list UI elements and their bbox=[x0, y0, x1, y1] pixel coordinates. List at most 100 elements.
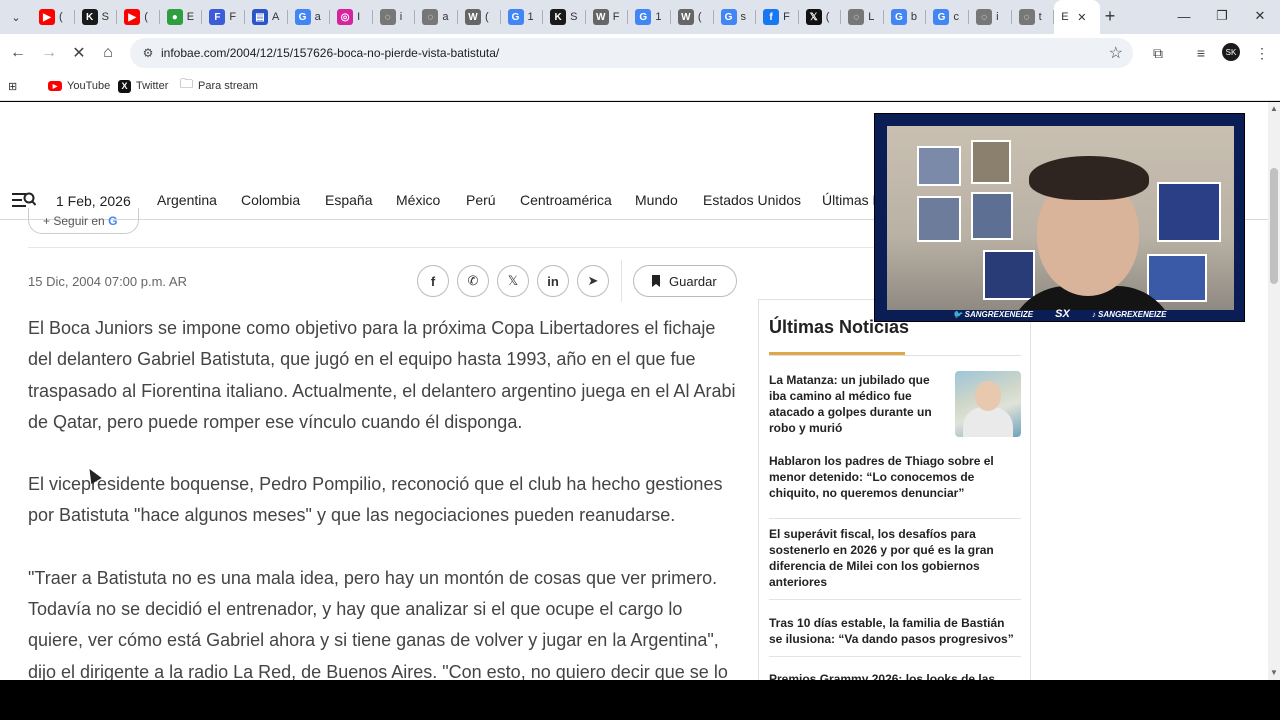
wikipedia-icon: W bbox=[464, 9, 481, 25]
tab-title: ( bbox=[484, 11, 489, 23]
share-linkedin-icon[interactable]: in bbox=[537, 265, 569, 297]
follow-google-button[interactable]: + Seguir en G bbox=[28, 208, 139, 234]
publish-date: 15 Dic, 2004 07:00 p.m. AR bbox=[28, 274, 187, 289]
tab-title: b bbox=[910, 11, 917, 23]
url-text[interactable]: infobae.com/2004/12/15/157626-boca-no-pi… bbox=[161, 46, 499, 60]
handle-text: SANGREXENEIZE bbox=[1098, 309, 1167, 319]
tab-search-icon[interactable]: ⌄ bbox=[6, 7, 26, 27]
bookmark-youtube[interactable]: ▶ YouTube bbox=[48, 77, 110, 95]
nav-peru[interactable]: Perú bbox=[466, 192, 496, 208]
browser-tab[interactable]: ◌ i bbox=[969, 0, 1012, 34]
globe-icon: ◌ bbox=[379, 9, 396, 25]
browser-tab[interactable]: ◎ I bbox=[330, 0, 373, 34]
thumbnail-figure bbox=[963, 407, 1013, 437]
bookmark-star-icon[interactable]: ☆ bbox=[1109, 43, 1123, 63]
close-tab-icon[interactable]: ✕ bbox=[1077, 11, 1086, 24]
ball-icon: ● bbox=[166, 9, 183, 25]
share-x-icon[interactable]: 𝕏 bbox=[497, 265, 529, 297]
browser-menu-icon[interactable]: ⋮ bbox=[1252, 43, 1272, 63]
browser-tab[interactable]: ● E bbox=[160, 0, 203, 34]
browser-tab[interactable]: ◌ L bbox=[841, 0, 884, 34]
browser-tab[interactable]: ▶( bbox=[32, 0, 75, 34]
wikipedia-icon: W bbox=[677, 9, 694, 25]
news-item[interactable]: Premios Grammy 2026: los looks de las bbox=[769, 671, 1021, 680]
wall-poster bbox=[917, 196, 961, 242]
profile-avatar[interactable]: SK bbox=[1222, 43, 1240, 61]
nav-mundo[interactable]: Mundo bbox=[635, 192, 678, 208]
forward-button[interactable]: → bbox=[37, 41, 61, 65]
browser-tab[interactable]: ◌ i bbox=[373, 0, 416, 34]
minimize-button[interactable]: — bbox=[1166, 4, 1202, 28]
browser-tab[interactable]: fF bbox=[756, 0, 799, 34]
bookmark-folder-para-stream[interactable]: 🗀 Para stream bbox=[180, 76, 258, 95]
browser-tab[interactable]: Ga bbox=[288, 0, 331, 34]
browser-tab[interactable]: ▶( bbox=[117, 0, 160, 34]
news-item[interactable]: Hablaron los padres de Thiago sobre el m… bbox=[769, 453, 1021, 501]
extensions-icon[interactable]: ⧉ bbox=[1148, 43, 1168, 63]
handle-text: SANGREXENEIZE bbox=[964, 309, 1034, 319]
browser-tab[interactable]: W( bbox=[671, 0, 714, 34]
site-info-icon[interactable]: ⚙ bbox=[140, 45, 156, 61]
address-bar[interactable]: ⚙ infobae.com/2004/12/15/157626-boca-no-… bbox=[130, 38, 1133, 68]
twitter-handle: 🐦 SANGREXENEIZE bbox=[952, 309, 1034, 319]
menu-search-icon[interactable] bbox=[12, 190, 36, 210]
browser-tab[interactable]: Gs bbox=[714, 0, 757, 34]
letterbox-bar bbox=[0, 680, 1280, 720]
scroll-down-icon[interactable]: ▼ bbox=[1270, 668, 1278, 677]
browser-tab[interactable]: Gb bbox=[884, 0, 927, 34]
wall-poster bbox=[1147, 254, 1207, 302]
nav-centroamerica[interactable]: Centroamérica bbox=[520, 192, 612, 208]
tab-title: S bbox=[101, 11, 109, 23]
browser-tab[interactable]: FF bbox=[202, 0, 245, 34]
browser-tab[interactable]: G1 bbox=[501, 0, 544, 34]
nav-mexico[interactable]: México bbox=[396, 192, 440, 208]
channel-logo: SX bbox=[1055, 308, 1070, 320]
share-telegram-icon[interactable]: ➤ bbox=[577, 265, 609, 297]
save-article-button[interactable]: Guardar bbox=[633, 265, 737, 297]
bookmark-twitter[interactable]: X Twitter bbox=[118, 77, 168, 95]
media-control-icon[interactable]: ≡ bbox=[1191, 43, 1211, 63]
browser-tab[interactable]: W( bbox=[458, 0, 501, 34]
browser-tab[interactable]: KS bbox=[543, 0, 586, 34]
browser-tab[interactable]: ◌ a bbox=[415, 0, 458, 34]
article-paragraph: El vicepresidente boquense, Pedro Pompil… bbox=[28, 474, 723, 526]
news-item[interactable]: La Matanza: un jubilado que iba camino a… bbox=[769, 372, 945, 436]
share-whatsapp-icon[interactable]: ✆ bbox=[457, 265, 489, 297]
news-thumbnail[interactable] bbox=[955, 371, 1021, 437]
article-paragraph: "Traer a Batistuta no es una mala idea, … bbox=[28, 567, 728, 680]
browser-tab[interactable]: 𝕏( bbox=[799, 0, 842, 34]
divider bbox=[769, 656, 1021, 657]
google-icon: G bbox=[890, 9, 907, 25]
nav-colombia[interactable]: Colombia bbox=[241, 192, 300, 208]
tab-title: A bbox=[271, 11, 280, 23]
nav-argentina[interactable]: Argentina bbox=[157, 192, 217, 208]
browser-tab[interactable]: Gc bbox=[926, 0, 969, 34]
youtube-icon: ▶ bbox=[124, 9, 141, 25]
share-facebook-icon[interactable]: f bbox=[417, 265, 449, 297]
browser-tab[interactable]: ▤ A bbox=[245, 0, 288, 34]
browser-tab[interactable]: KS bbox=[75, 0, 118, 34]
x-icon: 𝕏 bbox=[805, 9, 822, 25]
scrollbar-thumb[interactable] bbox=[1270, 168, 1278, 284]
home-icon[interactable]: ⌂ bbox=[96, 41, 120, 65]
apps-grid-icon[interactable]: ⊞ bbox=[8, 77, 17, 95]
youtube-icon: ▶ bbox=[48, 81, 62, 91]
wall-poster bbox=[971, 192, 1013, 240]
active-tab[interactable]: E ✕ bbox=[1054, 0, 1101, 34]
restore-button[interactable]: ❐ bbox=[1204, 4, 1240, 28]
stop-loading-button[interactable]: ✕ bbox=[67, 41, 91, 65]
scroll-up-icon[interactable]: ▲ bbox=[1270, 104, 1278, 113]
news-item[interactable]: El superávit fiscal, los desafíos para s… bbox=[769, 526, 1021, 590]
browser-tab[interactable]: ◌ t bbox=[1012, 0, 1055, 34]
browser-tab[interactable]: G1 bbox=[628, 0, 671, 34]
new-tab-button[interactable]: + bbox=[1100, 6, 1120, 26]
wikipedia-icon: W bbox=[592, 9, 609, 25]
tab-title: t bbox=[1038, 11, 1042, 23]
nav-espana[interactable]: España bbox=[325, 192, 372, 208]
nav-estados-unidos[interactable]: Estados Unidos bbox=[703, 192, 801, 208]
browser-tab[interactable]: WF bbox=[586, 0, 629, 34]
close-window-button[interactable]: ✕ bbox=[1242, 4, 1278, 28]
news-item[interactable]: Tras 10 días estable, la familia de Bast… bbox=[769, 615, 1021, 647]
back-button[interactable]: ← bbox=[6, 41, 30, 65]
page-scrollbar[interactable]: ▲ ▼ bbox=[1268, 102, 1280, 680]
